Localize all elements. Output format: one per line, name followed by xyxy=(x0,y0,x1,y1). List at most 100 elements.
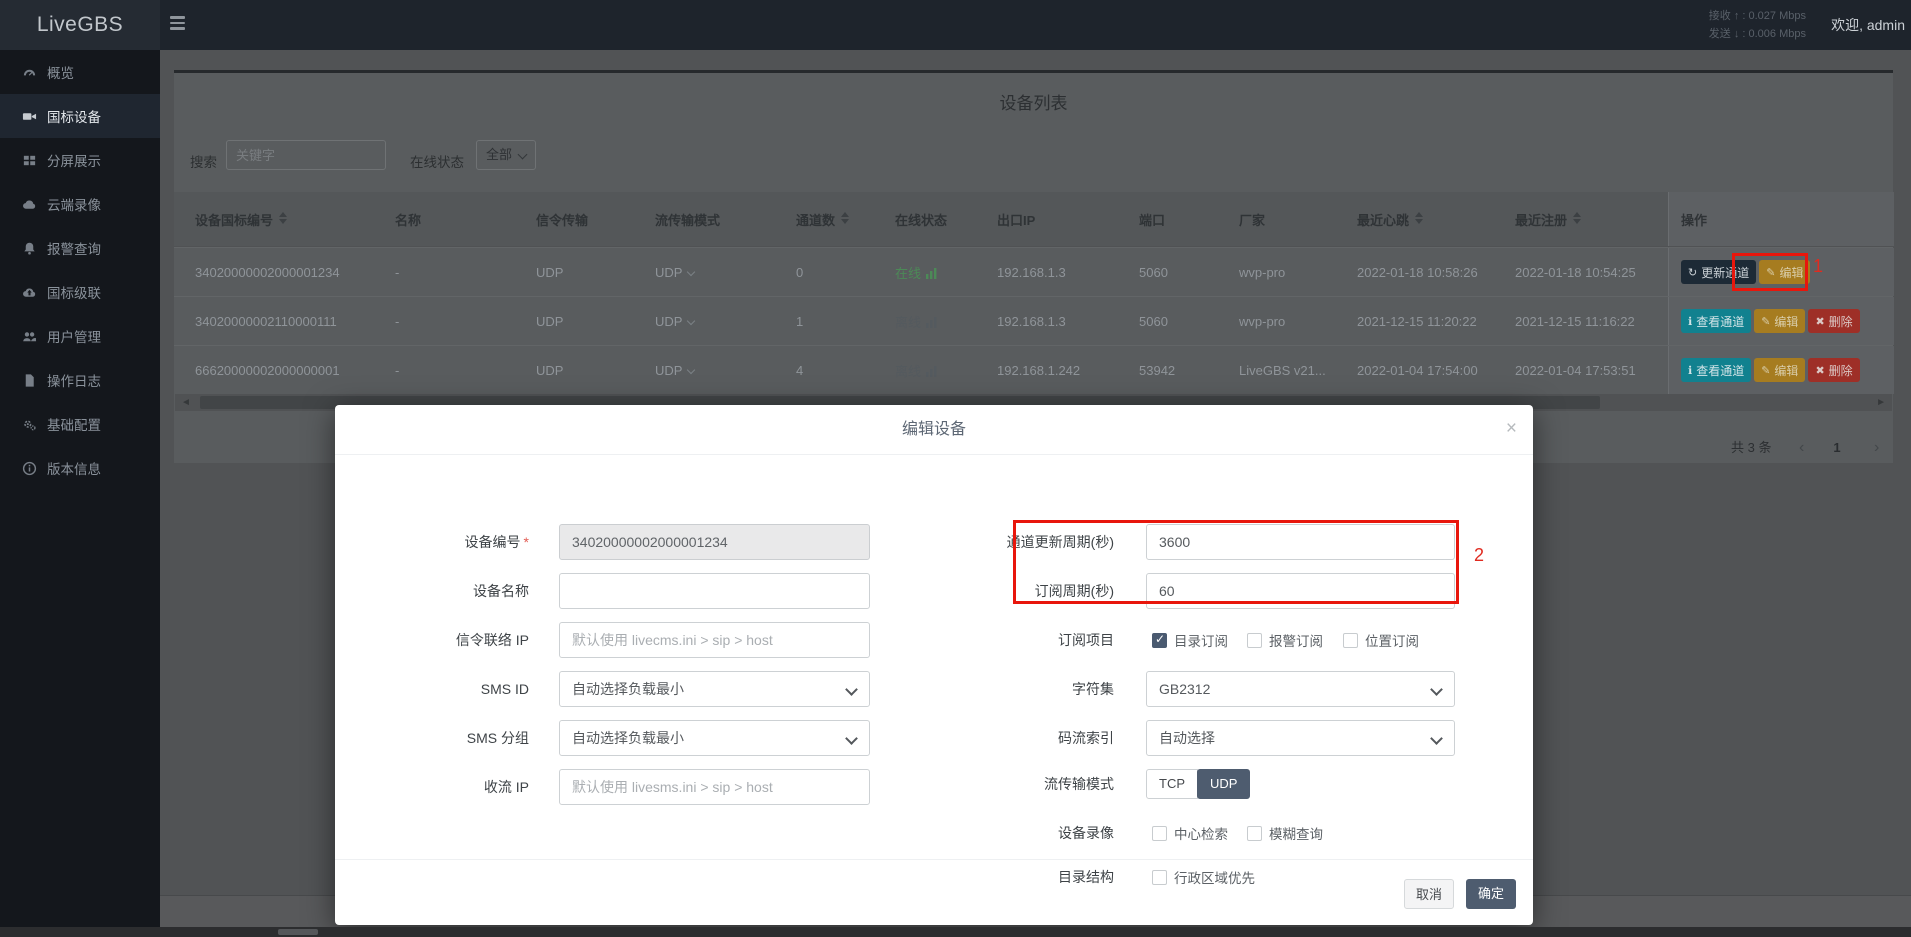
col-vendor: 厂家 xyxy=(1239,210,1357,229)
view-channels-button[interactable]: ℹ查看通道 xyxy=(1681,358,1751,382)
annotation-number-2: 2 xyxy=(1474,545,1484,566)
table-row: 34020000002000001234 - UDP UDP 0 在线 192.… xyxy=(174,247,1893,296)
checkbox[interactable] xyxy=(1152,826,1167,841)
sms-id-select[interactable]: 自动选择负载最小 xyxy=(559,671,870,707)
table-row: 66620000002000000001 - UDP UDP 4 离线 192.… xyxy=(174,345,1893,394)
sidebar-item-operation-log[interactable]: 操作日志 xyxy=(0,358,160,402)
search-label: 搜索 xyxy=(190,148,217,178)
view-channels-button[interactable]: ℹ查看通道 xyxy=(1681,309,1751,333)
charset-select[interactable]: GB2312 xyxy=(1146,671,1455,707)
search-input[interactable] xyxy=(226,140,386,170)
device-id-label: 设备编号* xyxy=(369,524,529,560)
sidebar-item-alarm-query[interactable]: 报警查询 xyxy=(0,226,160,270)
sidebar-item-gb-cascade[interactable]: 国标级联 xyxy=(0,270,160,314)
checkbox[interactable] xyxy=(1343,633,1358,648)
menu-toggle-icon[interactable] xyxy=(170,16,186,32)
edit-button[interactable]: ✎编辑 xyxy=(1754,358,1805,382)
sort-icon[interactable] xyxy=(279,212,287,224)
col-signal: 信令传输 xyxy=(536,210,655,229)
subscribe-position-option[interactable]: 位置订阅 xyxy=(1343,630,1419,650)
chart-bars-icon xyxy=(926,366,937,377)
annotation-box-1 xyxy=(1732,253,1808,291)
cloud-upload-icon xyxy=(22,285,37,300)
online-status-select[interactable]: 全部 xyxy=(476,140,536,170)
sort-icon[interactable] xyxy=(1415,212,1423,224)
checkbox[interactable] xyxy=(1247,633,1262,648)
center-search-option[interactable]: 中心检索 xyxy=(1152,823,1228,843)
pagination-prev[interactable]: ‹ xyxy=(1799,436,1804,460)
stream-mode-dropdown[interactable]: UDP xyxy=(655,314,796,329)
close-icon[interactable]: × xyxy=(1506,417,1517,441)
recv-rate: 接收 ↑ : 0.027 Mbps xyxy=(1709,7,1806,25)
info-circle-icon xyxy=(22,461,37,476)
sidebar-item-gb-devices[interactable]: 国标设备 xyxy=(0,94,160,138)
delete-button[interactable]: ✖删除 xyxy=(1808,358,1859,382)
sidebar-item-split-screen[interactable]: 分屏展示 xyxy=(0,138,160,182)
bottom-scrollbar[interactable] xyxy=(0,927,1911,937)
charset-label: 字符集 xyxy=(954,671,1114,707)
col-port: 端口 xyxy=(1139,210,1239,229)
udp-option[interactable]: UDP xyxy=(1197,769,1250,799)
subscribe-catalog-option[interactable]: 目录订阅 xyxy=(1152,630,1228,650)
sort-icon[interactable] xyxy=(1573,212,1581,224)
modal-footer: 取消 确定 xyxy=(335,859,1533,925)
scroll-right-icon[interactable]: ► xyxy=(1876,397,1886,408)
cancel-button[interactable]: 取消 xyxy=(1404,879,1454,909)
device-record-label: 设备录像 xyxy=(954,823,1114,843)
sms-id-label: SMS ID xyxy=(369,671,529,707)
modal-body: 设备编号* 设备名称 信令联络 IP SMS ID 自动选择负载最小 SMS 分… xyxy=(335,455,1533,858)
file-icon xyxy=(22,373,37,388)
sidebar-item-basic-config[interactable]: 基础配置 xyxy=(0,402,160,446)
delete-button[interactable]: ✖删除 xyxy=(1808,309,1859,333)
sidebar-item-cloud-record[interactable]: 云端录像 xyxy=(0,182,160,226)
subscribe-alarm-option[interactable]: 报警订阅 xyxy=(1247,630,1323,650)
info-icon: ℹ xyxy=(1688,364,1692,377)
edit-button[interactable]: ✎编辑 xyxy=(1754,309,1805,333)
sms-group-label: SMS 分组 xyxy=(369,720,529,756)
subscribe-items-label: 订阅项目 xyxy=(954,630,1114,650)
col-name: 名称 xyxy=(395,210,536,229)
stream-mode-dropdown[interactable]: UDP xyxy=(655,265,796,280)
col-ip: 出口IP xyxy=(997,210,1139,229)
confirm-button[interactable]: 确定 xyxy=(1466,879,1516,909)
users-icon xyxy=(22,329,37,344)
stream-index-label: 码流索引 xyxy=(954,720,1114,756)
col-registered: 最近注册 xyxy=(1515,213,1567,228)
sidebar-item-version-info[interactable]: 版本信息 xyxy=(0,446,160,490)
col-stream-mode: 流传输模式 xyxy=(655,210,796,229)
chevron-down-icon xyxy=(687,267,695,275)
modal-header: 编辑设备 × xyxy=(335,405,1533,455)
fuzzy-query-option[interactable]: 模糊查询 xyxy=(1247,823,1323,843)
pagination-next[interactable]: › xyxy=(1874,436,1879,460)
sidebar-item-overview[interactable]: 概览 xyxy=(0,50,160,94)
stream-mode-toggle: TCP UDP xyxy=(1146,769,1250,799)
checkbox[interactable] xyxy=(1247,826,1262,841)
stream-index-select[interactable]: 自动选择 xyxy=(1146,720,1455,756)
gears-icon xyxy=(22,417,37,432)
col-device-id: 设备国标编号 xyxy=(195,213,273,228)
chart-bars-icon xyxy=(926,317,937,328)
modal-title: 编辑设备 xyxy=(335,405,1533,455)
sms-group-select[interactable]: 自动选择负载最小 xyxy=(559,720,870,756)
sort-icon[interactable] xyxy=(841,212,849,224)
pagination-total: 共 3 条 xyxy=(1731,436,1771,460)
device-name-field[interactable] xyxy=(559,573,870,609)
welcome-user[interactable]: 欢迎, admin xyxy=(1831,0,1905,50)
annotation-number-1: 1 xyxy=(1813,256,1823,277)
recv-ip-field[interactable] xyxy=(559,769,870,805)
stream-mode-dropdown[interactable]: UDP xyxy=(655,363,796,378)
status-link[interactable]: 在线 xyxy=(895,263,997,282)
pagination-current-page[interactable]: 1 xyxy=(1830,436,1844,460)
checkbox[interactable] xyxy=(1152,633,1167,648)
sip-ip-field[interactable] xyxy=(559,622,870,658)
edit-device-modal: 编辑设备 × 设备编号* 设备名称 信令联络 IP SMS ID 自动选择负载最… xyxy=(335,405,1533,925)
table-header-row: 设备国标编号 名称 信令传输 流传输模式 通道数 在线状态 出口IP 端口 厂家… xyxy=(174,192,1893,247)
video-camera-icon xyxy=(22,109,37,124)
tcp-option[interactable]: TCP xyxy=(1146,769,1198,799)
status-link[interactable]: 离线 xyxy=(895,312,997,331)
brand-logo[interactable]: LiveGBS xyxy=(0,0,160,50)
scroll-left-icon[interactable]: ◄ xyxy=(181,397,191,408)
status-link[interactable]: 离线 xyxy=(895,361,997,380)
sidebar-item-user-management[interactable]: 用户管理 xyxy=(0,314,160,358)
scrollbar-thumb[interactable] xyxy=(278,929,318,935)
